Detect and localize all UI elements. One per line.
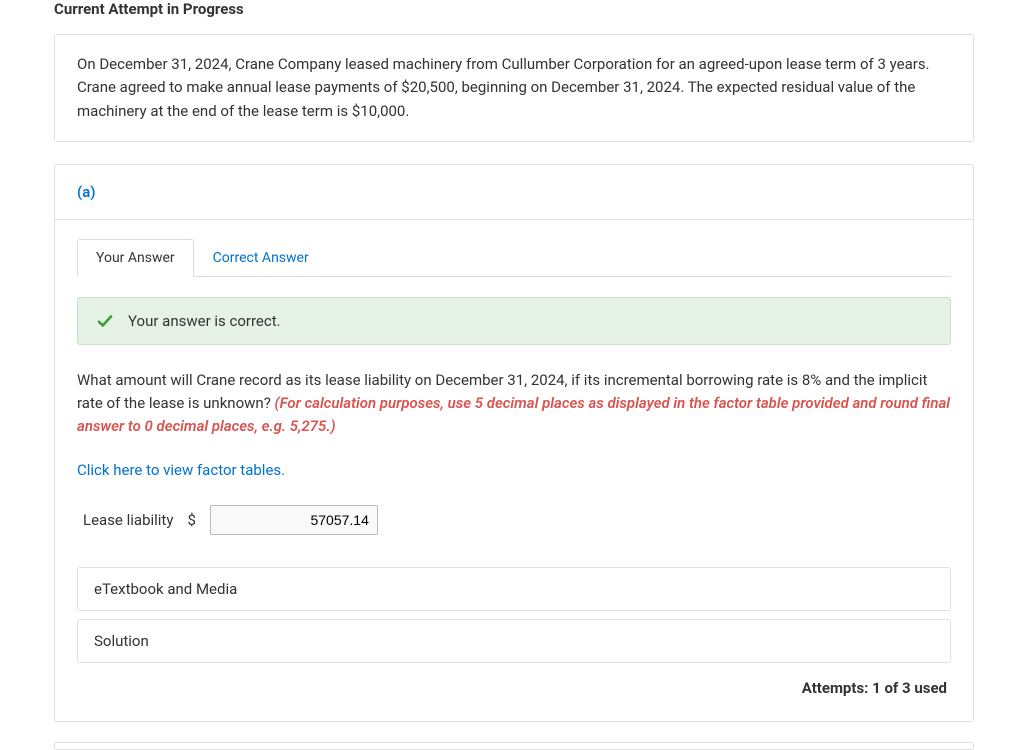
question-text: What amount will Crane record as its lea… [77, 369, 951, 439]
next-card-stub [54, 742, 974, 750]
answer-row: Lease liability $ [77, 505, 951, 535]
currency-symbol: $ [187, 511, 195, 529]
solution-accordion[interactable]: Solution [77, 619, 951, 663]
attempt-status: Current Attempt in Progress [54, 0, 974, 26]
lease-liability-input[interactable] [210, 505, 378, 535]
check-icon [96, 312, 114, 330]
problem-text: On December 31, 2024, Crane Company leas… [77, 55, 930, 120]
part-a-card: (a) Your Answer Correct Answer Your answ… [54, 164, 974, 722]
tab-your-answer[interactable]: Your Answer [77, 239, 194, 277]
correct-banner: Your answer is correct. [77, 297, 951, 345]
etextbook-accordion[interactable]: eTextbook and Media [77, 567, 951, 611]
banner-message: Your answer is correct. [128, 312, 281, 330]
problem-statement: On December 31, 2024, Crane Company leas… [54, 34, 974, 142]
factor-tables-link[interactable]: Click here to view factor tables. [77, 461, 285, 479]
part-label: (a) [55, 165, 973, 220]
answer-tabs: Your Answer Correct Answer [77, 238, 951, 277]
tab-correct-answer[interactable]: Correct Answer [194, 239, 328, 277]
answer-label: Lease liability [83, 511, 173, 529]
attempts-used: Attempts: 1 of 3 used [77, 671, 951, 707]
